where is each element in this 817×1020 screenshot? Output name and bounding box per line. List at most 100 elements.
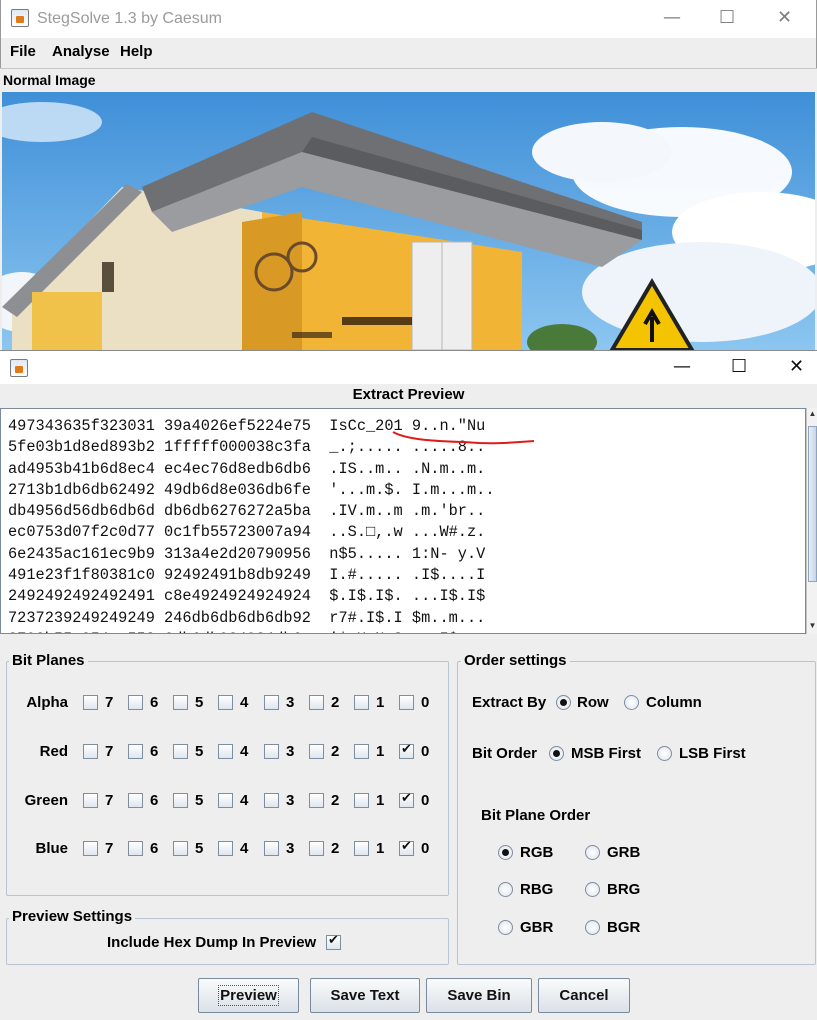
preview-button[interactable]: Preview (198, 978, 299, 1013)
image-label-bar: Normal Image (0, 68, 817, 92)
bit-plane-checkbox[interactable] (128, 744, 143, 759)
scroll-down-arrow-icon[interactable]: ▼ (808, 620, 817, 632)
main-window-titlebar[interactable]: StegSolve 1.3 by Caesum — ☐ ✕ (0, 0, 817, 38)
plane-order-bgr-radio[interactable] (585, 920, 600, 935)
plane-order-rgb-label[interactable]: RGB (520, 844, 553, 861)
bit-order-label: Bit Order (472, 745, 538, 762)
dialog-titlebar[interactable]: — ☐ ✕ (0, 350, 817, 384)
menu-help[interactable]: Help (120, 43, 153, 60)
bit-number-label: 5 (195, 840, 204, 857)
menu-analyse[interactable]: Analyse (52, 43, 110, 60)
minimize-icon[interactable]: — (663, 9, 681, 27)
plane-order-bgr-label[interactable]: BGR (607, 919, 640, 936)
bit-plane-checkbox[interactable] (399, 791, 414, 808)
main-window-title: StegSolve 1.3 by Caesum (37, 10, 222, 27)
maximize-icon[interactable]: ☐ (719, 9, 735, 27)
bit-plane-checkbox[interactable] (399, 695, 414, 710)
lsb-first-radio[interactable] (657, 746, 672, 761)
extract-by-column-label[interactable]: Column (646, 694, 702, 711)
plane-order-brg-radio[interactable] (585, 882, 600, 897)
save-bin-button-label: Save Bin (447, 987, 511, 1004)
bit-plane-checkbox[interactable] (173, 695, 188, 710)
bit-number-label: 3 (286, 743, 295, 760)
bit-number-label: 7 (105, 743, 114, 760)
bit-number-label: 2 (331, 792, 340, 809)
bit-planes-title: Bit Planes (9, 652, 88, 669)
cancel-button-label: Cancel (559, 987, 609, 1004)
extract-by-row-radio[interactable] (556, 695, 571, 710)
bit-plane-row-label: Green (24, 792, 68, 809)
save-text-button[interactable]: Save Text (310, 978, 420, 1013)
bit-plane-checkbox[interactable] (309, 695, 324, 710)
plane-order-grb-label[interactable]: GRB (607, 844, 640, 861)
bit-number-label: 0 (421, 840, 430, 857)
close-icon[interactable]: ✕ (777, 9, 792, 27)
extract-by-row-label[interactable]: Row (577, 694, 609, 711)
bit-number-label: 5 (195, 694, 204, 711)
bit-plane-checkbox[interactable] (399, 742, 414, 759)
plane-order-rbg-label[interactable]: RBG (520, 881, 553, 898)
hex-scrollbar[interactable]: ▲ ▼ (806, 408, 817, 634)
bit-number-label: 5 (195, 743, 204, 760)
bit-plane-checkbox[interactable] (264, 793, 279, 808)
bit-plane-checkbox[interactable] (309, 793, 324, 808)
bit-number-label: 4 (240, 743, 249, 760)
menu-file[interactable]: File (10, 43, 36, 60)
bit-plane-checkbox[interactable] (173, 841, 188, 856)
scroll-up-arrow-icon[interactable]: ▲ (808, 408, 817, 420)
plane-order-gbr-radio[interactable] (498, 920, 513, 935)
dialog-maximize-icon[interactable]: ☐ (731, 358, 747, 376)
plane-order-rgb-radio[interactable] (498, 845, 513, 860)
bit-plane-checkbox[interactable] (309, 744, 324, 759)
bit-plane-checkbox[interactable] (309, 841, 324, 856)
bit-plane-checkbox[interactable] (218, 793, 233, 808)
bit-plane-checkbox[interactable] (128, 793, 143, 808)
msb-first-label[interactable]: MSB First (571, 745, 641, 762)
bit-plane-order-label: Bit Plane Order (481, 807, 591, 824)
bit-plane-checkbox[interactable] (354, 841, 369, 856)
dialog-minimize-icon[interactable]: — (673, 358, 691, 376)
scroll-thumb[interactable] (808, 426, 817, 582)
dialog-close-icon[interactable]: ✕ (789, 358, 804, 376)
image-mode-label: Normal Image (3, 72, 96, 88)
dialog-heading: Extract Preview (352, 386, 465, 403)
plane-order-brg-label[interactable]: BRG (607, 881, 640, 898)
cancel-button[interactable]: Cancel (538, 978, 630, 1013)
bit-number-label: 2 (331, 743, 340, 760)
bit-plane-checkbox[interactable] (128, 695, 143, 710)
bit-plane-checkbox[interactable] (128, 841, 143, 856)
msb-first-radio[interactable] (549, 746, 564, 761)
bit-plane-checkbox[interactable] (218, 841, 233, 856)
bit-plane-checkbox[interactable] (354, 793, 369, 808)
bit-plane-checkbox[interactable] (83, 744, 98, 759)
bit-plane-checkbox[interactable] (173, 744, 188, 759)
save-bin-button[interactable]: Save Bin (426, 978, 532, 1013)
bit-plane-checkbox[interactable] (83, 793, 98, 808)
plane-order-grb-radio[interactable] (585, 845, 600, 860)
bit-number-label: 1 (376, 694, 385, 711)
bit-plane-checkbox[interactable] (264, 744, 279, 759)
bit-plane-checkbox[interactable] (83, 695, 98, 710)
save-text-button-label: Save Text (330, 987, 400, 1004)
bit-plane-checkbox[interactable] (354, 695, 369, 710)
plane-order-gbr-label[interactable]: GBR (520, 919, 553, 936)
bit-plane-checkbox[interactable] (218, 695, 233, 710)
dialog-app-icon (10, 359, 28, 377)
plane-order-rbg-radio[interactable] (498, 882, 513, 897)
bit-plane-checkbox[interactable] (399, 839, 414, 856)
bit-plane-checkbox[interactable] (173, 793, 188, 808)
lsb-first-label[interactable]: LSB First (679, 745, 746, 762)
extract-by-column-radio[interactable] (624, 695, 639, 710)
bit-number-label: 4 (240, 840, 249, 857)
hex-preview-area[interactable]: 497343635f323031 39a4026ef5224e75 IsCc_2… (0, 408, 806, 634)
bit-number-label: 7 (105, 792, 114, 809)
bit-plane-checkbox[interactable] (83, 841, 98, 856)
bit-number-label: 6 (150, 743, 159, 760)
bit-plane-checkbox[interactable] (218, 744, 233, 759)
hex-dump-checkbox[interactable] (326, 933, 341, 950)
bit-number-label: 1 (376, 840, 385, 857)
bit-plane-checkbox[interactable] (264, 841, 279, 856)
bit-plane-checkbox[interactable] (354, 744, 369, 759)
bit-number-label: 1 (376, 743, 385, 760)
bit-plane-checkbox[interactable] (264, 695, 279, 710)
